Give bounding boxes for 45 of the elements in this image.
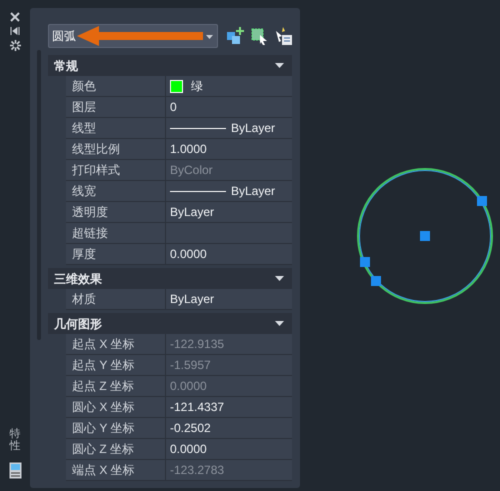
property-value[interactable]: 0.0000: [166, 244, 292, 264]
property-label: 颜色: [66, 76, 166, 96]
property-label: 超链接: [66, 223, 166, 243]
property-label: 材质: [66, 289, 166, 309]
settings-icon[interactable]: [10, 40, 20, 51]
property-value[interactable]: -0.2502: [166, 418, 292, 438]
add-selection-icon[interactable]: [226, 27, 244, 45]
property-label: 线型比例: [66, 139, 166, 159]
quick-select-icon[interactable]: [274, 27, 292, 45]
property-label: 起点 Z 坐标: [66, 376, 166, 396]
property-label: 线宽: [66, 181, 166, 201]
property-label: 厚度: [66, 244, 166, 264]
property-value[interactable]: 绿: [166, 76, 292, 96]
caret-icon: [275, 276, 284, 281]
caret-icon: [275, 63, 284, 68]
property-label: 打印样式: [66, 160, 166, 180]
property-value[interactable]: 1.0000: [166, 139, 292, 159]
property-label: 线型: [66, 118, 166, 138]
property-label: 图层: [66, 97, 166, 117]
property-label: 起点 X 坐标: [66, 334, 166, 354]
property-label: 圆心 Y 坐标: [66, 418, 166, 438]
side-label[interactable]: 特性: [10, 428, 20, 452]
select-objects-icon[interactable]: [250, 27, 268, 45]
close-icon[interactable]: [10, 12, 20, 22]
property-value[interactable]: ByLayer: [166, 202, 292, 222]
section-header[interactable]: 三维效果: [48, 268, 292, 289]
properties-icon[interactable]: [8, 462, 22, 479]
pin-icon[interactable]: [10, 26, 20, 36]
line-sample: [170, 190, 226, 192]
property-label: 起点 Y 坐标: [66, 355, 166, 375]
property-value[interactable]: ByLayer: [166, 181, 292, 201]
property-value[interactable]: ByLayer: [166, 289, 292, 309]
object-dropdown[interactable]: 圆弧: [48, 24, 218, 48]
property-label: 透明度: [66, 202, 166, 222]
caret-icon: [206, 35, 213, 39]
section-header[interactable]: 几何图形: [48, 313, 292, 334]
section-header[interactable]: 常规: [48, 55, 292, 76]
property-label: 圆心 Z 坐标: [66, 439, 166, 459]
property-value[interactable]: 0.0000: [166, 439, 292, 459]
property-label: 圆心 X 坐标: [66, 397, 166, 417]
property-label: 端点 X 坐标: [66, 460, 166, 480]
property-value[interactable]: ByLayer: [166, 118, 292, 138]
caret-icon: [275, 321, 284, 326]
property-value[interactable]: 0: [166, 97, 292, 117]
property-value[interactable]: -121.4337: [166, 397, 292, 417]
